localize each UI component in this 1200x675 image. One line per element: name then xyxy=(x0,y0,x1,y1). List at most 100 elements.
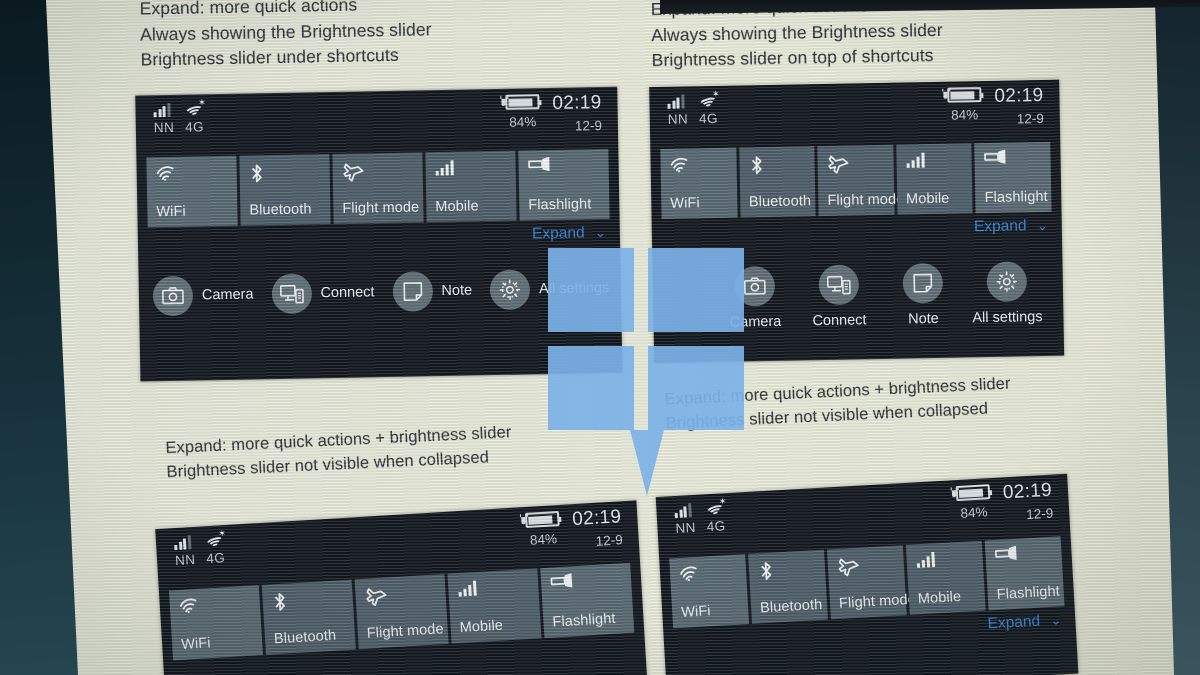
cellular-signal-icon xyxy=(674,502,692,519)
cellular-icon xyxy=(457,579,480,597)
note-icon xyxy=(392,271,433,312)
tile-flashlight[interactable]: Flashlight xyxy=(984,536,1065,611)
tile-flashlight[interactable]: Flashlight xyxy=(518,148,610,221)
chevron-down-icon: ⌄ xyxy=(1049,612,1062,628)
quick-action-tiles: WiFi Bluetooth Flight mode Mobile Flashl… xyxy=(650,141,1061,220)
signal-label: NN xyxy=(174,551,196,569)
tile-label: Mobile xyxy=(917,588,962,608)
date: 12-9 xyxy=(1025,505,1054,523)
expand-label: Expand xyxy=(987,612,1041,633)
chevron-down-icon: ⌄ xyxy=(1036,217,1048,234)
tile-mobile[interactable]: Mobile xyxy=(896,143,973,215)
tile-flashlight[interactable]: Flashlight xyxy=(540,562,635,639)
status-bar: NN ✶ 4G 84% 02:19 12-9 xyxy=(649,80,1060,150)
tile-label: Flight mode xyxy=(342,199,420,217)
action-center-panel-brightness-on-top[interactable]: NN ✶ 4G 84% 02:19 12-9 WiFi Bluetooth Fl… xyxy=(649,79,1065,364)
tile-label: Flight mode xyxy=(366,621,445,642)
tile-label: Mobile xyxy=(905,190,950,208)
tile-label: WiFi xyxy=(680,603,712,621)
caption-mid-left: Expand: more quick actions + brightness … xyxy=(165,423,512,482)
battery-charging-icon xyxy=(524,510,560,529)
battery-group: 84% xyxy=(505,94,540,130)
shortcut-camera[interactable]: Camera xyxy=(152,274,254,317)
action-center-panel-bottom-right[interactable]: NN ✶ 4G 84% 02:19 12-9 WiFi Bluetooth Fl… xyxy=(655,473,1079,675)
tile-label: Mobile xyxy=(459,617,504,637)
tile-flight-mode[interactable]: Flight mode xyxy=(354,573,449,650)
shortcut-label: All settings xyxy=(538,279,610,298)
status-bar-right: 84% 02:19 12-9 xyxy=(505,92,602,135)
date: 12-9 xyxy=(1016,110,1044,127)
action-center-panel-brightness-under-shortcuts[interactable]: NN ✶ 4G 84% 02:19 12-9 WiFi Bluetooth Fl… xyxy=(135,86,623,382)
status-bar-left: NN ✶ 4G xyxy=(674,496,727,536)
tile-bluetooth[interactable]: Bluetooth xyxy=(748,549,828,624)
wifi-icon xyxy=(156,164,178,181)
tile-wifi[interactable]: WiFi xyxy=(168,585,263,661)
tile-wifi[interactable]: WiFi xyxy=(146,155,238,228)
quick-action-tiles: WiFi Bluetooth Flight mode Mobile Flashl… xyxy=(136,148,619,228)
status-bar-right: 84% 02:19 12-9 xyxy=(524,506,623,553)
shortcut-all-settings[interactable]: All settings xyxy=(489,268,610,311)
flashlight-icon xyxy=(994,545,1021,561)
connect-icon xyxy=(818,264,860,306)
photo-of-screen: Expand: more quick actions Always showin… xyxy=(0,0,1200,675)
shortcut-label: All settings xyxy=(972,309,1043,327)
battery-percent: 84% xyxy=(509,114,537,130)
tile-flight-mode[interactable]: Flight mode xyxy=(826,545,916,620)
shortcut-label: Note xyxy=(908,310,939,328)
wifi-group: ✶ 4G xyxy=(204,528,227,566)
camera-icon xyxy=(152,275,194,317)
shortcut-connect[interactable]: Connect xyxy=(271,272,375,315)
clock: 02:19 xyxy=(1002,479,1053,504)
tile-label: Mobile xyxy=(435,198,479,216)
tile-label: Flashlight xyxy=(996,583,1061,603)
wifi-group: ✶ 4G xyxy=(705,496,727,534)
wifi-icon: ✶ xyxy=(204,528,226,551)
shortcut-connect[interactable]: Connect xyxy=(796,264,881,330)
shortcut-row: Camera Connect Note All settings xyxy=(652,235,1064,332)
signal-label: NN xyxy=(153,119,175,136)
shortcut-camera[interactable]: Camera xyxy=(712,265,797,332)
tile-label: Bluetooth xyxy=(759,596,823,617)
signal-label: NN xyxy=(667,111,689,127)
camera-icon xyxy=(734,265,776,307)
wifi-icon xyxy=(679,564,702,582)
battery-group: 84% xyxy=(524,510,561,548)
battery-group: 84% xyxy=(955,484,992,521)
status-bar-left: NN ✶ 4G xyxy=(153,97,206,136)
battery-group: 84% xyxy=(947,87,982,123)
airplane-icon xyxy=(341,160,365,182)
tile-label: Flashlight xyxy=(528,196,592,214)
tile-mobile[interactable]: Mobile xyxy=(425,150,517,223)
tile-bluetooth[interactable]: Bluetooth xyxy=(738,146,816,218)
airplane-icon xyxy=(836,555,861,578)
tile-mobile[interactable]: Mobile xyxy=(447,568,542,644)
clock: 02:19 xyxy=(571,506,622,531)
tile-wifi[interactable]: WiFi xyxy=(660,147,738,219)
tile-wifi[interactable]: WiFi xyxy=(669,554,750,629)
caption-mid-right: Expand: more quick actions + brightness … xyxy=(664,374,1011,433)
shortcut-label: Connect xyxy=(320,284,375,302)
bluetooth-icon xyxy=(757,560,774,583)
tile-flight-mode[interactable]: Flight mode xyxy=(332,152,424,224)
shortcut-all-settings[interactable]: All settings xyxy=(964,261,1049,327)
note-icon xyxy=(902,262,944,304)
bluetooth-icon xyxy=(249,162,265,184)
gear-icon xyxy=(986,261,1028,303)
tile-flashlight[interactable]: Flashlight xyxy=(974,141,1052,214)
tile-bluetooth[interactable]: Bluetooth xyxy=(239,154,331,226)
tile-bluetooth[interactable]: Bluetooth xyxy=(261,579,356,655)
tile-mobile[interactable]: Mobile xyxy=(905,540,986,615)
action-center-panel-bottom-left[interactable]: NN ✶ 4G 84% 02:19 12-9 WiFi Bluetooth Fl… xyxy=(155,500,648,675)
shortcut-note[interactable]: Note xyxy=(392,270,472,312)
caption-top-right: Expand: more quick actions Always showin… xyxy=(650,0,943,71)
cellular-signal-group: NN xyxy=(667,93,689,127)
gear-icon xyxy=(489,269,531,311)
airplane-icon xyxy=(827,153,851,175)
chevron-down-icon: ⌄ xyxy=(594,225,606,241)
shortcut-note[interactable]: Note xyxy=(880,262,965,328)
tile-flight-mode[interactable]: Flight mode xyxy=(817,144,904,217)
battery-charging-icon xyxy=(505,94,540,110)
cellular-icon xyxy=(915,550,938,568)
cellular-signal-group: NN xyxy=(174,534,196,568)
status-bar-left: NN ✶ 4G xyxy=(667,89,720,127)
